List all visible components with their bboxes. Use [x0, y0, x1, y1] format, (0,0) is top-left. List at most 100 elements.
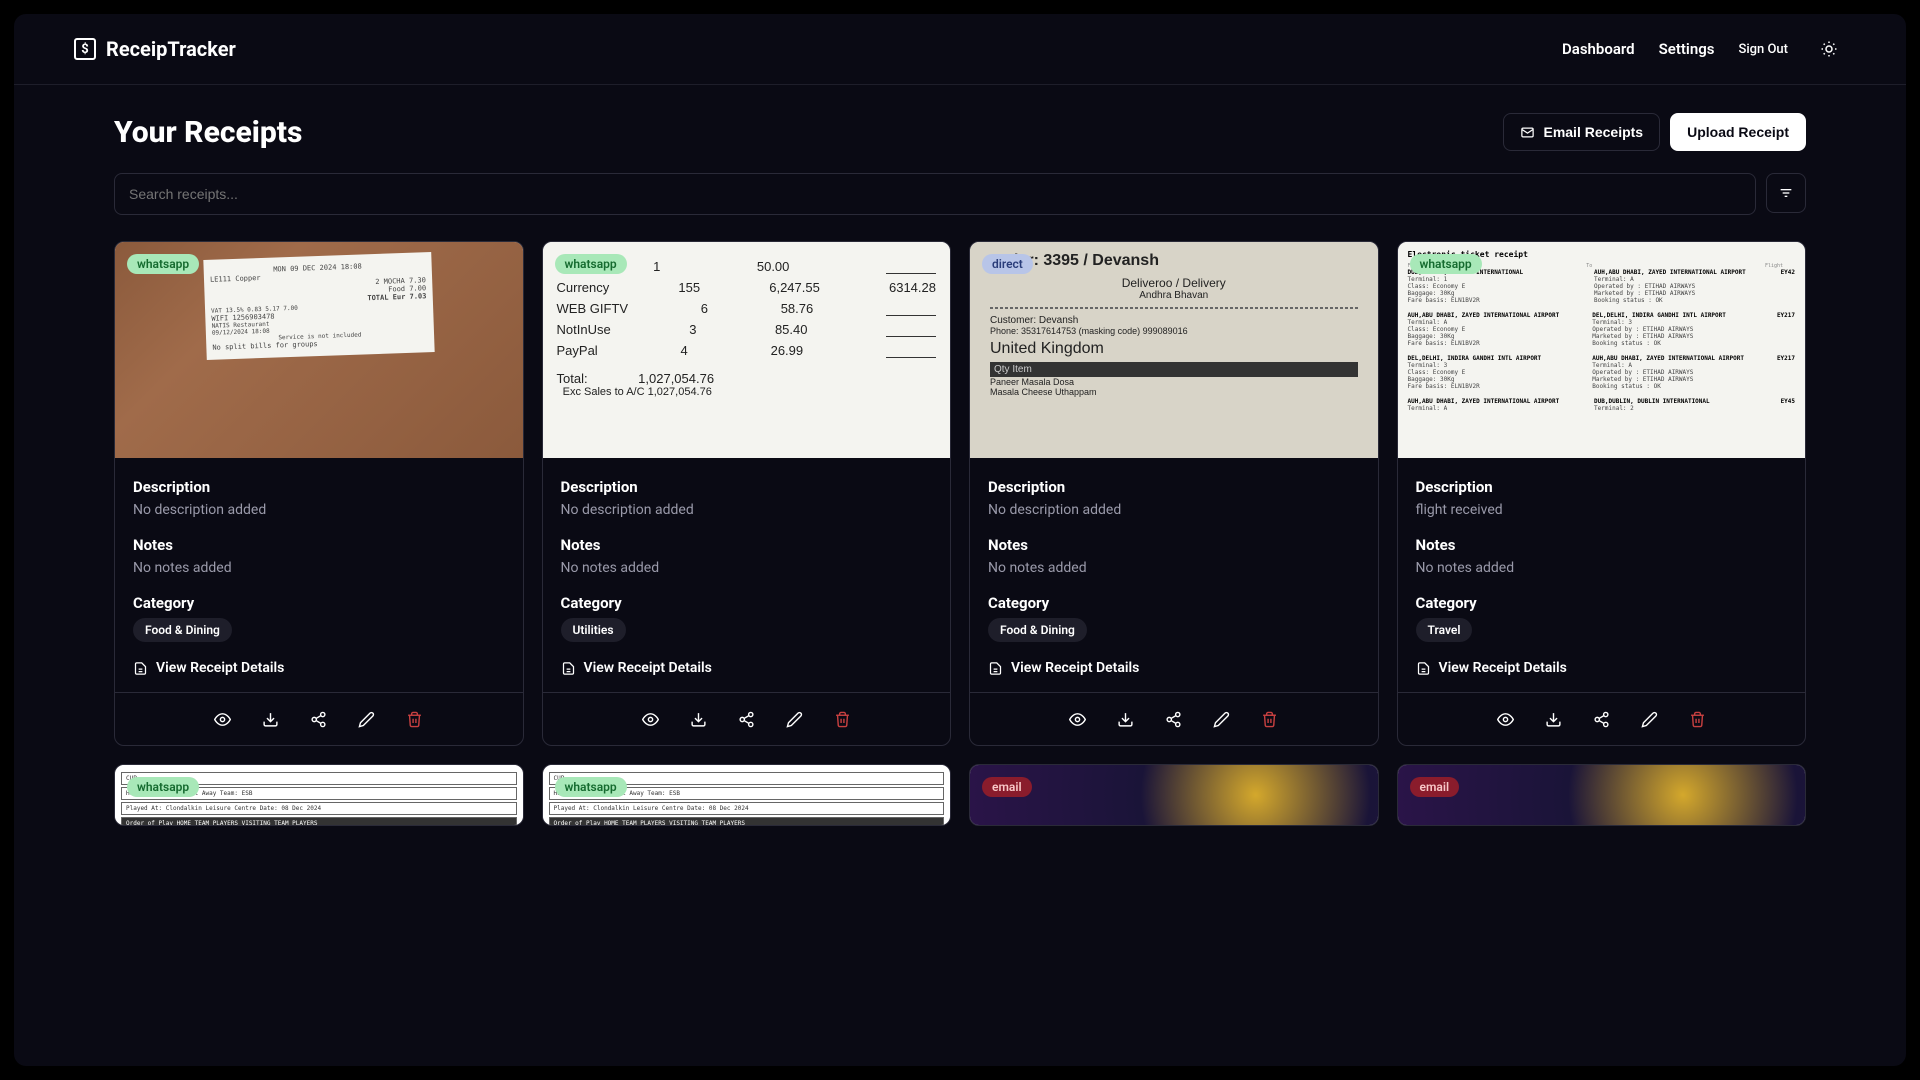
upload-receipt-button[interactable]: Upload Receipt [1670, 113, 1806, 151]
receipt-thumbnail[interactable]: Electronic ticket receipt FromToFlight D… [1398, 242, 1806, 458]
source-badge: whatsapp [127, 254, 199, 274]
theme-toggle[interactable] [1812, 32, 1846, 66]
sign-out-link[interactable]: Sign Out [1738, 42, 1788, 57]
main-content: Your Receipts Email Receipts Upload Rece… [14, 85, 1906, 1066]
notes-value: No notes added [988, 560, 1360, 576]
receipt-card: email [1397, 764, 1807, 826]
view-button[interactable] [636, 705, 664, 733]
receipt-image-content: 150.00 Currency1556,247.556314.28 WEB GI… [543, 242, 951, 458]
view-details-label: View Receipt Details [584, 660, 712, 676]
description-label: Description [561, 478, 933, 496]
download-button[interactable] [684, 705, 712, 733]
source-badge: email [982, 777, 1032, 797]
download-icon [690, 711, 707, 728]
category-label: Category [561, 594, 933, 612]
edit-button[interactable] [353, 705, 381, 733]
search-input[interactable] [114, 173, 1756, 215]
upload-receipt-label: Upload Receipt [1687, 124, 1789, 140]
page-header: Your Receipts Email Receipts Upload Rece… [114, 113, 1806, 151]
receipt-card: Electronic ticket receipt FromToFlight D… [1397, 241, 1807, 746]
filter-button[interactable] [1766, 173, 1806, 213]
receipt-card: CUP Home Team: Liverpool Away Team: ESB … [542, 764, 952, 826]
card-footer [970, 692, 1378, 745]
download-icon [1117, 711, 1134, 728]
download-button[interactable] [257, 705, 285, 733]
receipt-image-content: MON 09 DEC 2024 18:08 LE111 Copper 2 MOC… [115, 242, 523, 458]
eye-icon [1497, 711, 1514, 728]
receipt-image-content: Electronic ticket receipt FromToFlight D… [1398, 242, 1806, 458]
notes-value: No notes added [561, 560, 933, 576]
source-badge: whatsapp [127, 777, 199, 797]
view-button[interactable] [1064, 705, 1092, 733]
receipt-thumbnail[interactable]: email [970, 765, 1378, 825]
view-details-link[interactable]: View Receipt Details [133, 660, 505, 676]
view-details-link[interactable]: View Receipt Details [561, 660, 933, 676]
description-value: flight received [1416, 502, 1788, 518]
share-icon [738, 711, 755, 728]
document-icon [1416, 661, 1431, 676]
sun-icon [1820, 40, 1838, 58]
view-details-label: View Receipt Details [156, 660, 284, 676]
download-icon [1545, 711, 1562, 728]
search-row [114, 173, 1806, 215]
receipt-card: CUP Home Team: Liverpool Away Team: ESB … [114, 764, 524, 826]
brand-logo[interactable]: $ ReceipTracker [74, 37, 236, 61]
share-button[interactable] [1587, 705, 1615, 733]
eye-icon [214, 711, 231, 728]
document-icon [133, 661, 148, 676]
category-pill: Travel [1416, 618, 1473, 642]
nav-dashboard[interactable]: Dashboard [1562, 40, 1635, 58]
delete-button[interactable] [401, 705, 429, 733]
delete-button[interactable] [828, 705, 856, 733]
trash-icon [1261, 711, 1278, 728]
delete-button[interactable] [1256, 705, 1284, 733]
receipt-thumbnail[interactable]: 150.00 Currency1556,247.556314.28 WEB GI… [543, 242, 951, 458]
receipt-card: Order: 3395 / Devansh Deliveroo / Delive… [969, 241, 1379, 746]
share-button[interactable] [305, 705, 333, 733]
view-button[interactable] [1491, 705, 1519, 733]
download-button[interactable] [1539, 705, 1567, 733]
email-receipts-label: Email Receipts [1543, 124, 1643, 140]
receipt-card: email [969, 764, 1379, 826]
receipt-thumbnail[interactable]: CUP Home Team: Liverpool Away Team: ESB … [115, 765, 523, 825]
pencil-icon [786, 711, 803, 728]
receipt-thumbnail[interactable]: Order: 3395 / Devansh Deliveroo / Delive… [970, 242, 1378, 458]
source-badge: whatsapp [555, 254, 627, 274]
document-icon [988, 661, 1003, 676]
pencil-icon [1641, 711, 1658, 728]
mail-icon [1520, 125, 1535, 140]
receipt-thumbnail[interactable]: CUP Home Team: Liverpool Away Team: ESB … [543, 765, 951, 825]
trash-icon [1689, 711, 1706, 728]
pencil-icon [1213, 711, 1230, 728]
notes-value: No notes added [1416, 560, 1788, 576]
app-frame: $ ReceipTracker Dashboard Settings Sign … [14, 14, 1906, 1066]
email-receipts-button[interactable]: Email Receipts [1503, 113, 1660, 151]
description-value: No description added [133, 502, 505, 518]
nav-right-group: Dashboard Settings Sign Out [1562, 32, 1846, 66]
top-navigation: $ ReceipTracker Dashboard Settings Sign … [14, 14, 1906, 85]
source-badge: whatsapp [1410, 254, 1482, 274]
receipt-thumbnail[interactable]: MON 09 DEC 2024 18:08 LE111 Copper 2 MOC… [115, 242, 523, 458]
edit-button[interactable] [1208, 705, 1236, 733]
dollar-receipt-icon: $ [74, 38, 96, 60]
view-details-link[interactable]: View Receipt Details [1416, 660, 1788, 676]
card-body: Description flight received Notes No not… [1398, 458, 1806, 692]
share-button[interactable] [732, 705, 760, 733]
trash-icon [406, 711, 423, 728]
source-badge: email [1410, 777, 1460, 797]
download-button[interactable] [1112, 705, 1140, 733]
view-button[interactable] [209, 705, 237, 733]
receipt-thumbnail[interactable]: email [1398, 765, 1806, 825]
share-button[interactable] [1160, 705, 1188, 733]
document-icon [561, 661, 576, 676]
page-title: Your Receipts [114, 115, 302, 150]
nav-settings[interactable]: Settings [1659, 40, 1715, 58]
receipt-image-content [970, 765, 1378, 825]
edit-button[interactable] [780, 705, 808, 733]
description-label: Description [988, 478, 1360, 496]
delete-button[interactable] [1683, 705, 1711, 733]
view-details-link[interactable]: View Receipt Details [988, 660, 1360, 676]
card-footer [1398, 692, 1806, 745]
notes-label: Notes [988, 536, 1360, 554]
edit-button[interactable] [1635, 705, 1663, 733]
